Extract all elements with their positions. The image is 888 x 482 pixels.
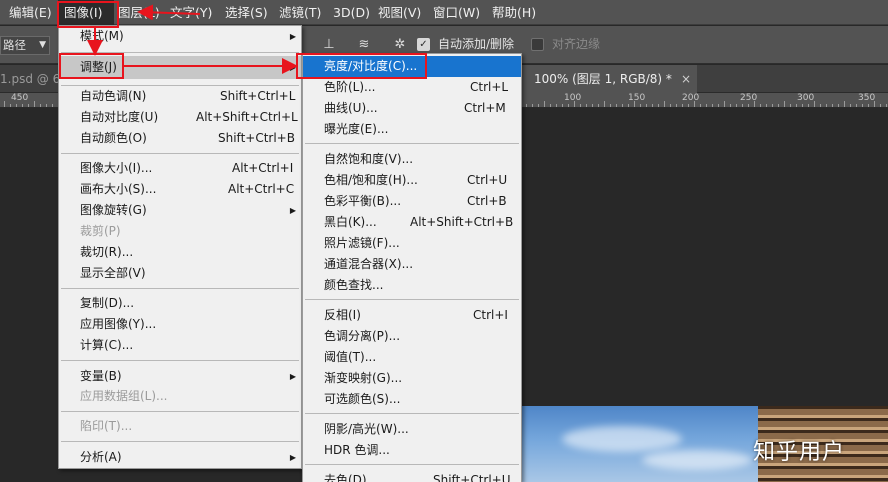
annotation-arrow xyxy=(137,4,201,21)
annotation-arrows xyxy=(87,4,298,74)
